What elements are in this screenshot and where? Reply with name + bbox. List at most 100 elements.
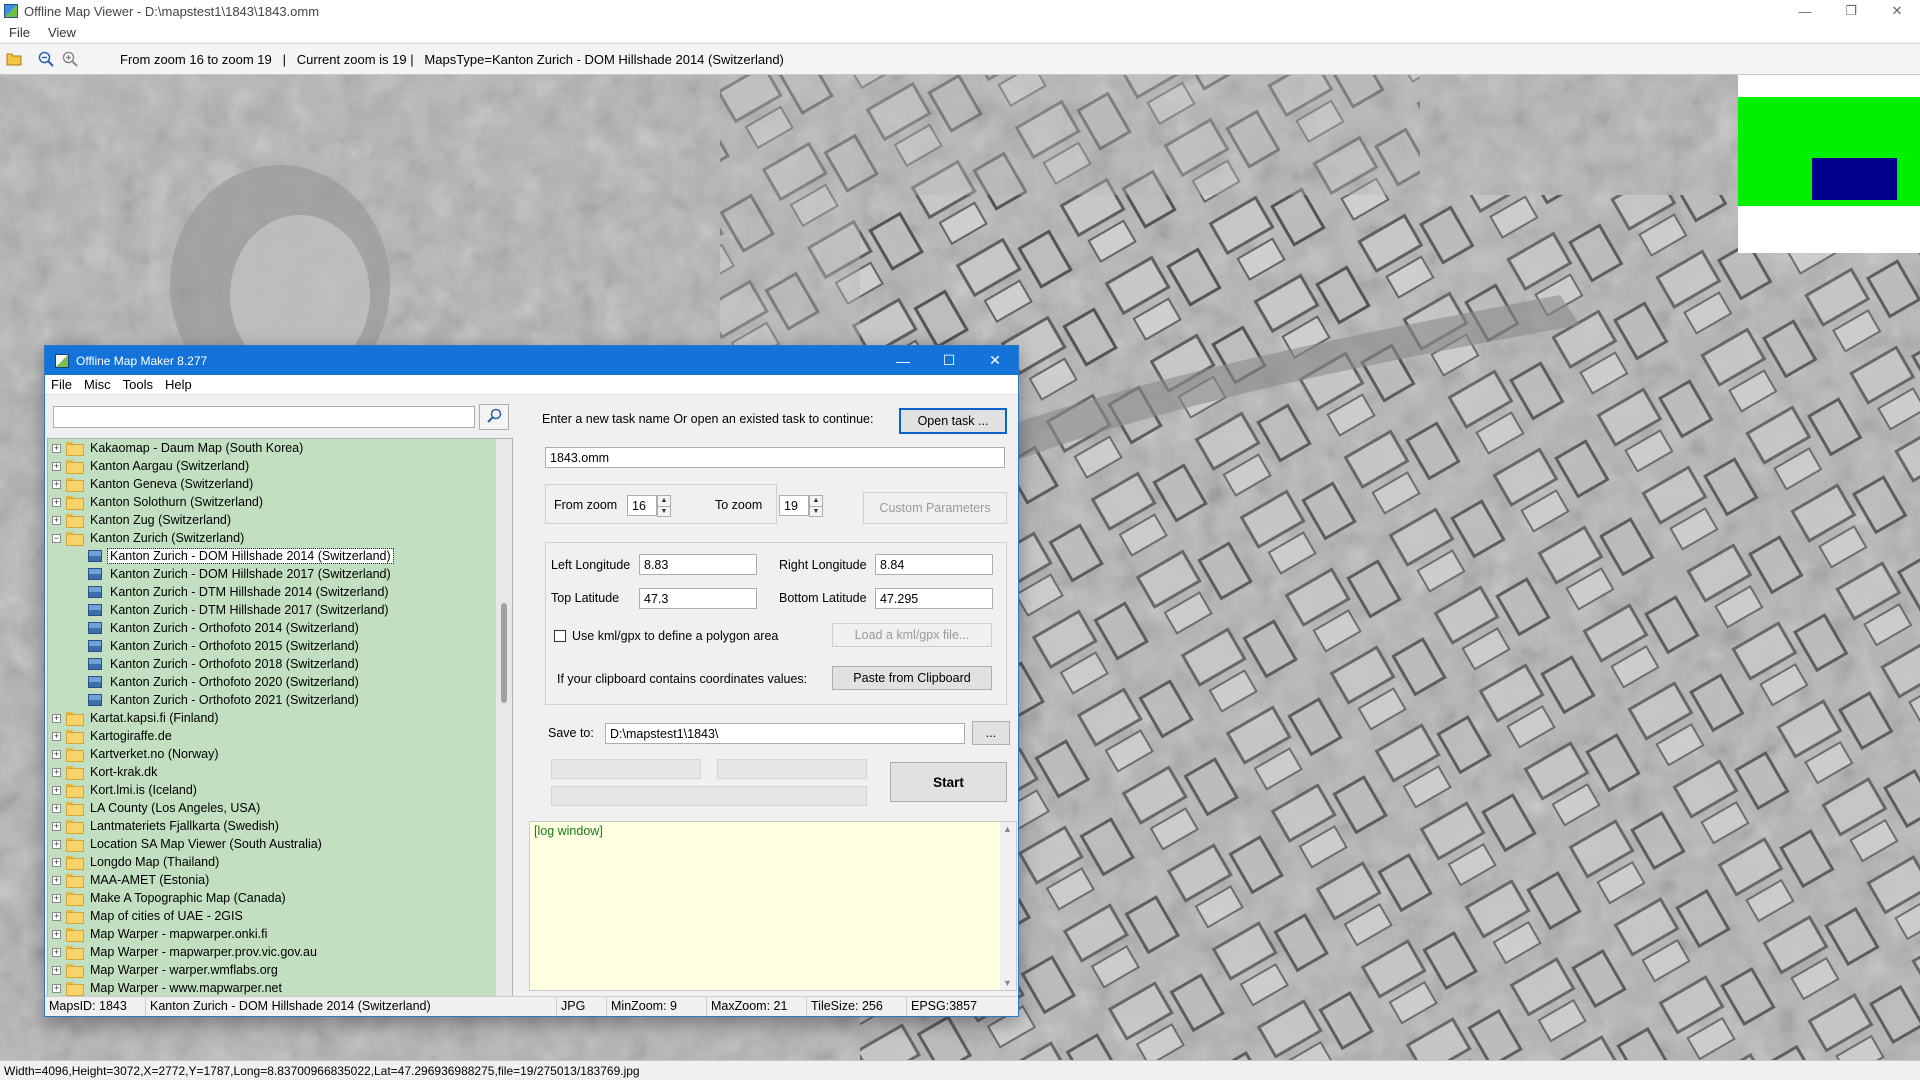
expand-icon[interactable]: + [52, 749, 61, 759]
minimap[interactable] [1738, 75, 1920, 253]
expand-icon[interactable]: + [52, 479, 61, 489]
maker-maximize-icon[interactable]: ☐ [926, 346, 972, 375]
custom-parameters-button[interactable]: Custom Parameters [863, 492, 1007, 524]
collapse-icon[interactable]: − [52, 533, 61, 543]
expand-icon[interactable]: + [52, 713, 61, 723]
expand-icon[interactable]: + [52, 947, 61, 957]
log-window[interactable]: [log window] ▲ ▼ [529, 821, 1017, 991]
tree-folder-item[interactable]: + Kanton Aargau (Switzerland) [48, 457, 512, 475]
tree-folder-item[interactable]: + Map Warper - warper.wmflabs.org [48, 961, 512, 979]
expand-icon[interactable]: + [52, 515, 61, 525]
minimize-icon[interactable]: — [1782, 0, 1828, 22]
load-kml-button[interactable]: Load a kml/gpx file... [832, 623, 992, 647]
tree-folder-item[interactable]: + Kanton Solothurn (Switzerland) [48, 493, 512, 511]
maker-menu-misc[interactable]: Misc [78, 377, 117, 392]
save-to-input[interactable] [605, 723, 965, 744]
top-latitude-input[interactable] [639, 588, 757, 609]
expand-icon[interactable]: + [52, 497, 61, 507]
tree-child-item[interactable]: Kanton Zurich - DOM Hillshade 2014 (Swit… [48, 547, 512, 565]
maker-minimize-icon[interactable]: — [880, 346, 926, 375]
expand-icon[interactable]: + [52, 983, 61, 993]
tree-folder-item[interactable]: + MAA-AMET (Estonia) [48, 871, 512, 889]
browse-button[interactable]: ... [972, 721, 1010, 745]
to-zoom-spinner[interactable]: ▲ ▼ [809, 495, 823, 517]
open-folder-icon[interactable] [4, 49, 24, 69]
tree-folder-item[interactable]: + Kakaomap - Daum Map (South Korea) [48, 439, 512, 457]
expand-icon[interactable]: + [52, 857, 61, 867]
left-longitude-input[interactable] [639, 554, 757, 575]
tree-child-item[interactable]: Kanton Zurich - Orthofoto 2021 (Switzerl… [48, 691, 512, 709]
kml-checkbox[interactable] [554, 630, 566, 642]
search-input[interactable] [53, 406, 475, 428]
expand-icon[interactable]: + [52, 803, 61, 813]
maker-close-icon[interactable]: ✕ [972, 346, 1018, 375]
zoom-out-icon[interactable] [36, 49, 56, 69]
spin-down-icon[interactable]: ▼ [658, 507, 670, 517]
bottom-latitude-input[interactable] [875, 588, 993, 609]
tree-folder-item[interactable]: + Map Warper - mapwarper.onki.fi [48, 925, 512, 943]
right-longitude-input[interactable] [875, 554, 993, 575]
expand-icon[interactable]: + [52, 785, 61, 795]
maker-menu-tools[interactable]: Tools [117, 377, 159, 392]
tree-folder-item[interactable]: + Map Warper - www.mapwarper.net [48, 979, 512, 997]
search-button[interactable] [479, 404, 509, 430]
from-zoom-input[interactable] [627, 495, 657, 516]
start-button[interactable]: Start [890, 762, 1007, 802]
expand-icon[interactable]: + [52, 965, 61, 975]
minimap-viewport[interactable] [1812, 158, 1897, 200]
close-icon[interactable]: ✕ [1874, 0, 1920, 22]
log-scrollbar[interactable]: ▲ ▼ [1000, 822, 1016, 990]
spin-up-icon[interactable]: ▲ [658, 496, 670, 507]
expand-icon[interactable]: + [52, 443, 61, 453]
tree-folder-item[interactable]: + Location SA Map Viewer (South Australia… [48, 835, 512, 853]
maker-menu-help[interactable]: Help [159, 377, 198, 392]
map-type-tree[interactable]: + Kakaomap - Daum Map (South Korea) + Kanto… [47, 438, 513, 998]
tree-child-item[interactable]: Kanton Zurich - Orthofoto 2015 (Switzerl… [48, 637, 512, 655]
tree-folder-item[interactable]: + Kort-krak.dk [48, 763, 512, 781]
tree-folder-item[interactable]: + Map of cities of UAE - 2GIS [48, 907, 512, 925]
tree-folder-item[interactable]: + Kartogiraffe.de [48, 727, 512, 745]
zoom-in-icon[interactable] [60, 49, 80, 69]
spin-up-icon[interactable]: ▲ [810, 496, 822, 507]
expand-icon[interactable]: + [52, 767, 61, 777]
tree-child-item[interactable]: Kanton Zurich - DTM Hillshade 2014 (Swit… [48, 583, 512, 601]
tree-folder-item[interactable]: + Kanton Zug (Switzerland) [48, 511, 512, 529]
task-name-input[interactable] [545, 447, 1005, 468]
maker-menu-file[interactable]: File [45, 377, 78, 392]
tree-folder-item[interactable]: + Make A Topographic Map (Canada) [48, 889, 512, 907]
menu-view[interactable]: View [39, 25, 85, 40]
tree-child-item[interactable]: Kanton Zurich - DTM Hillshade 2017 (Swit… [48, 601, 512, 619]
open-task-button[interactable]: Open task ... [899, 408, 1007, 434]
expand-icon[interactable]: + [52, 839, 61, 849]
expand-icon[interactable]: + [52, 821, 61, 831]
tree-child-item[interactable]: Kanton Zurich - Orthofoto 2020 (Switzerl… [48, 673, 512, 691]
expand-icon[interactable]: + [52, 731, 61, 741]
to-zoom-input[interactable] [779, 495, 809, 516]
expand-icon[interactable]: + [52, 893, 61, 903]
tree-folder-item[interactable]: + Longdo Map (Thailand) [48, 853, 512, 871]
tree-folder-item[interactable]: + LA County (Los Angeles, USA) [48, 799, 512, 817]
scroll-up-icon[interactable]: ▲ [1003, 824, 1012, 834]
tree-folder-item[interactable]: + Kartverket.no (Norway) [48, 745, 512, 763]
expand-icon[interactable]: + [52, 461, 61, 471]
tree-scrollbar[interactable] [496, 439, 512, 997]
paste-from-clipboard-button[interactable]: Paste from Clipboard [832, 666, 992, 690]
scroll-down-icon[interactable]: ▼ [1003, 978, 1012, 988]
expand-icon[interactable]: + [52, 911, 61, 921]
tree-folder-item[interactable]: + Kanton Geneva (Switzerland) [48, 475, 512, 493]
tree-folder-item[interactable]: + Kartat.kapsi.fi (Finland) [48, 709, 512, 727]
from-zoom-spinner[interactable]: ▲ ▼ [657, 495, 671, 517]
expand-icon[interactable]: + [52, 929, 61, 939]
tree-scroll-thumb[interactable] [501, 603, 507, 703]
menu-file[interactable]: File [0, 25, 39, 40]
spin-down-icon[interactable]: ▼ [810, 507, 822, 517]
tree-child-item[interactable]: Kanton Zurich - DOM Hillshade 2017 (Swit… [48, 565, 512, 583]
tree-folder-item[interactable]: + Map Warper - mapwarper.prov.vic.gov.au [48, 943, 512, 961]
expand-icon[interactable]: + [52, 875, 61, 885]
tree-folder-item[interactable]: + Kort.lmi.is (Iceland) [48, 781, 512, 799]
tree-folder-item[interactable]: + Lantmateriets Fjallkarta (Swedish) [48, 817, 512, 835]
restore-icon[interactable]: ❐ [1828, 0, 1874, 22]
tree-folder-item[interactable]: − Kanton Zurich (Switzerland) [48, 529, 512, 547]
tree-child-item[interactable]: Kanton Zurich - Orthofoto 2018 (Switzerl… [48, 655, 512, 673]
tree-child-item[interactable]: Kanton Zurich - Orthofoto 2014 (Switzerl… [48, 619, 512, 637]
